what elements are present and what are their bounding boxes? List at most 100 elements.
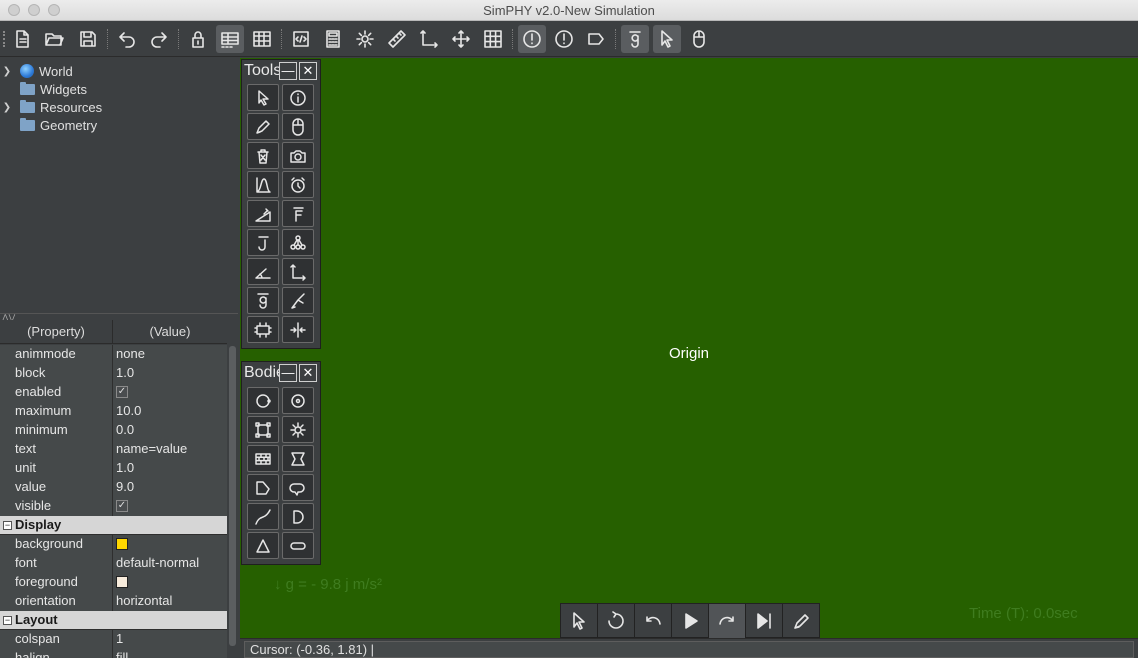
redo-button[interactable] — [145, 25, 173, 53]
triangle-body-button[interactable] — [247, 532, 279, 559]
tree-item-world[interactable]: ❯ World — [0, 62, 73, 80]
close-window-button[interactable] — [8, 4, 20, 16]
table-row[interactable]: animmode none — [0, 345, 227, 364]
grid-table-button[interactable] — [248, 25, 276, 53]
step-forward-button[interactable] — [709, 604, 746, 638]
table-row[interactable]: minimum 0.0 — [0, 421, 227, 440]
axes-tool-button[interactable] — [282, 258, 314, 285]
mouse-button[interactable] — [685, 25, 713, 53]
force-tool-button[interactable] — [282, 200, 314, 227]
category-layout[interactable]: − Layout — [0, 611, 227, 630]
capsule-body-button[interactable] — [282, 474, 314, 501]
table-row[interactable]: background — [0, 535, 227, 554]
freeform-body-button[interactable] — [247, 474, 279, 501]
pill-body-button[interactable] — [282, 532, 314, 559]
property-column-header[interactable]: (Property) — [0, 320, 113, 344]
grid-button[interactable] — [479, 25, 507, 53]
pen-tool-button[interactable] — [247, 113, 279, 140]
camera-tool-button[interactable] — [282, 142, 314, 169]
ring-body-button[interactable] — [282, 387, 314, 414]
wall-body-button[interactable] — [247, 445, 279, 472]
tree-item-geometry[interactable]: Geometry — [0, 116, 97, 134]
circle-body-button[interactable] — [247, 387, 279, 414]
value-column-header[interactable]: (Value) — [113, 320, 227, 344]
angle-tool-button[interactable] — [247, 258, 279, 285]
table-row[interactable]: visible ✓ — [0, 497, 227, 516]
table-view-button[interactable] — [216, 25, 244, 53]
minimize-button[interactable]: — — [279, 62, 297, 80]
script-editor-button[interactable] — [287, 25, 315, 53]
minimize-button[interactable]: — — [279, 364, 297, 382]
enabled-checkbox[interactable]: ✓ — [116, 385, 128, 398]
table-row[interactable]: orientation horizontal — [0, 592, 227, 611]
pen-button[interactable] — [783, 604, 820, 638]
undo-button[interactable] — [113, 25, 141, 53]
visible-checkbox[interactable]: ✓ — [116, 499, 128, 512]
mouse-tool-button[interactable] — [282, 113, 314, 140]
panel-splitter[interactable]: ⋀⋁ — [0, 313, 238, 322]
compass-tool-button[interactable] — [282, 287, 314, 314]
gravity-tool-button[interactable] — [247, 287, 279, 314]
zoom-window-button[interactable] — [48, 4, 60, 16]
background-color-swatch[interactable] — [116, 537, 128, 550]
chip-tool-button[interactable] — [247, 316, 279, 343]
axes-button[interactable] — [415, 25, 443, 53]
rectangle-body-button[interactable] — [247, 416, 279, 443]
split-icon — [290, 321, 306, 338]
impulse-tool-button[interactable] — [247, 229, 279, 256]
table-row[interactable]: value 9.0 — [0, 478, 227, 497]
graph-tool-button[interactable] — [247, 171, 279, 198]
select-pointer-button[interactable] — [653, 25, 681, 53]
warning-button[interactable] — [550, 25, 578, 53]
tag-button[interactable] — [582, 25, 610, 53]
reset-button[interactable] — [598, 604, 635, 638]
chevron-right-icon[interactable]: ❯ — [0, 102, 14, 113]
splitter-tool-button[interactable] — [282, 316, 314, 343]
toolbar-grip[interactable] — [3, 31, 6, 47]
tree-item-widgets[interactable]: Widgets — [0, 80, 87, 98]
foreground-color-swatch[interactable] — [116, 575, 128, 588]
gear-body-button[interactable] — [282, 416, 314, 443]
table-row[interactable]: halign fill — [0, 649, 227, 658]
lock-button[interactable] — [184, 25, 212, 53]
table-row[interactable]: enabled ✓ — [0, 383, 227, 402]
ruler-button[interactable] — [383, 25, 411, 53]
table-row[interactable]: font default-normal — [0, 554, 227, 573]
table-row[interactable]: foreground — [0, 573, 227, 592]
minimize-window-button[interactable] — [28, 4, 40, 16]
table-row[interactable]: block 1.0 — [0, 364, 227, 383]
chevron-right-icon[interactable]: ❯ — [0, 66, 14, 77]
info-alert-button[interactable] — [518, 25, 546, 53]
open-button[interactable] — [40, 25, 68, 53]
select-tool-button[interactable] — [247, 84, 279, 111]
tree-item-label: World — [39, 63, 73, 79]
timer-tool-button[interactable] — [282, 171, 314, 198]
network-tool-button[interactable] — [282, 229, 314, 256]
calculator-button[interactable] — [319, 25, 347, 53]
polygon-body-button[interactable] — [282, 445, 314, 472]
info-tool-button[interactable] — [282, 84, 314, 111]
step-back-button[interactable] — [635, 604, 672, 638]
play-button[interactable] — [672, 604, 709, 638]
table-row[interactable]: maximum 10.0 — [0, 402, 227, 421]
table-row[interactable]: unit 1.0 — [0, 459, 227, 478]
new-file-button[interactable] — [8, 25, 36, 53]
close-button[interactable]: ✕ — [299, 62, 317, 80]
tree-item-resources[interactable]: ❯ Resources — [0, 98, 102, 116]
move-button[interactable] — [447, 25, 475, 53]
table-row[interactable]: text name=value — [0, 440, 227, 459]
properties-scrollbar-thumb[interactable] — [229, 346, 236, 646]
gravity-button[interactable] — [621, 25, 649, 53]
select-button[interactable] — [561, 604, 598, 638]
skip-to-end-button[interactable] — [746, 604, 783, 638]
settings-button[interactable] — [351, 25, 379, 53]
origin-label: Origin — [669, 345, 710, 362]
close-button[interactable]: ✕ — [299, 364, 317, 382]
table-row[interactable]: colspan 1 — [0, 630, 227, 649]
incline-tool-button[interactable] — [247, 200, 279, 227]
category-display[interactable]: − Display — [0, 516, 227, 535]
save-button[interactable] — [74, 25, 102, 53]
spline-body-button[interactable] — [247, 503, 279, 530]
delete-tool-button[interactable] — [247, 142, 279, 169]
half-circle-body-button[interactable] — [282, 503, 314, 530]
